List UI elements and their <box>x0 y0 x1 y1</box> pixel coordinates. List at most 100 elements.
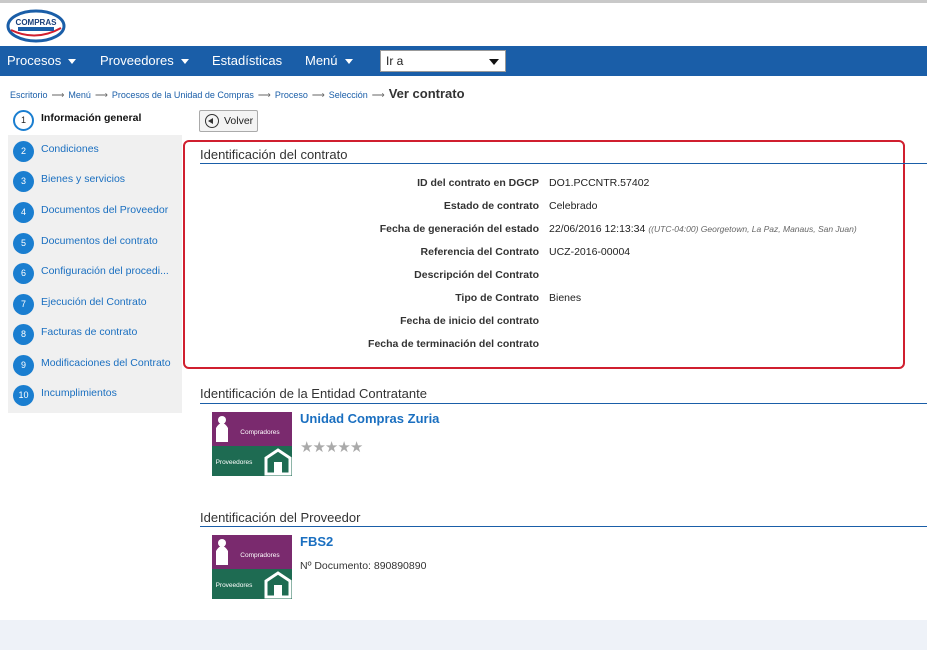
page-title: Ver contrato <box>388 86 465 101</box>
goto-value: Ir a <box>386 54 404 68</box>
breadcrumb: Escritorio ⟶ Menú ⟶ Procesos de la Unidad de… <box>10 86 465 102</box>
step-modificaciones[interactable]: 9 Modificaciones del Contrato <box>8 350 182 380</box>
back-arrow-icon <box>205 114 219 128</box>
step-label: Bienes y servicios <box>41 173 126 185</box>
field-label: Tipo de Contrato <box>455 292 539 304</box>
step-label: Condiciones <box>41 143 99 155</box>
breadcrumb-proceso[interactable]: Proceso <box>275 90 308 100</box>
field-label: Descripción del Contrato <box>414 269 539 281</box>
field-row: ID del contrato en DGCP DO1.PCCNTR.57402 <box>200 174 920 194</box>
step-number: 2 <box>13 141 34 162</box>
step-configuracion[interactable]: 6 Configuración del procedi... <box>8 258 182 288</box>
field-row: Fecha de generación del estado 22/06/2016… <box>200 220 920 240</box>
step-incumplimientos[interactable]: 10 Incumplimientos <box>8 380 182 410</box>
step-number: 10 <box>13 385 34 406</box>
breadcrumb-seleccion[interactable]: Selección <box>329 90 368 100</box>
supplier-section-title: Identificación del Proveedor <box>200 510 361 525</box>
arrow-right-icon: ⟶ <box>257 90 271 100</box>
breadcrumb-escritorio[interactable]: Escritorio <box>10 90 48 100</box>
nav-menu[interactable]: Menú <box>305 46 353 76</box>
star-icon: ★ <box>337 439 350 456</box>
nav-proveedores[interactable]: Proveedores <box>100 46 189 76</box>
field-label: ID del contrato en DGCP <box>417 177 539 189</box>
step-ejecucion[interactable]: 7 Ejecución del Contrato <box>8 289 182 319</box>
supplier-logo: Compradores Proveedores <box>212 535 292 599</box>
field-row: Fecha de inicio del contrato <box>200 312 920 332</box>
dropdown-arrow-icon <box>489 59 499 65</box>
step-sidebar: 1 Información general 2 Condiciones 3 Biene… <box>8 105 182 413</box>
field-value: Celebrado <box>549 200 598 212</box>
step-label: Documentos del Proveedor <box>41 204 169 216</box>
top-bar: COMPRAS <box>0 0 927 46</box>
field-row: Descripción del Contrato <box>200 266 920 286</box>
step-documentos-contrato[interactable]: 5 Documentos del contrato <box>8 228 182 258</box>
arrow-right-icon: ⟶ <box>51 90 65 100</box>
step-label: Configuración del procedi... <box>41 265 169 277</box>
field-label: Fecha de terminación del contrato <box>368 338 539 350</box>
page-footer <box>0 620 927 650</box>
logo-proveedores-text: Proveedores <box>216 582 254 589</box>
section-divider <box>200 526 927 527</box>
step-bienes-servicios[interactable]: 3 Bienes y servicios <box>8 166 182 196</box>
step-facturas[interactable]: 8 Facturas de contrato <box>8 319 182 349</box>
field-row: Referencia del Contrato UCZ-2016-00004 <box>200 243 920 263</box>
section-divider <box>200 403 927 404</box>
entity-section-title: Identificación de la Entidad Contratante <box>200 386 427 401</box>
star-icon: ★ <box>312 439 325 456</box>
entity-name-link[interactable]: Unidad Compras Zuria <box>300 411 439 426</box>
step-label: Ejecución del Contrato <box>41 296 147 308</box>
step-number: 9 <box>13 355 34 376</box>
contract-section-title: Identificación del contrato <box>200 147 348 162</box>
step-number: 4 <box>13 202 34 223</box>
field-label: Fecha de generación del estado <box>379 223 539 235</box>
field-value: 22/06/2016 12:13:34 ((UTC-04:00) Georgeto… <box>549 223 857 235</box>
supplier-name-link[interactable]: FBS2 <box>300 534 333 549</box>
supplier-document: Nº Documento: 890890890 <box>300 560 427 572</box>
field-label: Referencia del Contrato <box>420 246 539 258</box>
status-date: 22/06/2016 12:13:34 <box>549 223 646 235</box>
back-button-label: Volver <box>224 115 254 127</box>
logo-compradores-text: Compradores <box>240 429 280 436</box>
back-button[interactable]: Volver <box>199 110 258 132</box>
field-label: Fecha de inicio del contrato <box>400 315 539 327</box>
section-divider <box>200 163 927 164</box>
breadcrumb-menu[interactable]: Menú <box>68 90 91 100</box>
step-label: Modificaciones del Contrato <box>41 357 171 369</box>
nav-label: Menú <box>305 53 338 68</box>
field-label: Estado de contrato <box>443 200 539 212</box>
step-number: 8 <box>13 324 34 345</box>
nav-estadisticas[interactable]: Estadísticas <box>212 46 282 76</box>
arrow-right-icon: ⟶ <box>311 90 325 100</box>
logo-text: COMPRAS <box>16 18 58 27</box>
field-value: DO1.PCCNTR.57402 <box>549 177 650 189</box>
star-icon: ★ <box>324 439 338 456</box>
field-row: Estado de contrato Celebrado <box>200 197 920 217</box>
step-condiciones[interactable]: 2 Condiciones <box>8 136 182 166</box>
breadcrumb-procesos[interactable]: Procesos de la Unidad de Compras <box>112 90 254 100</box>
step-informacion-general[interactable]: 1 Información general <box>8 105 182 135</box>
logo-compradores-text: Compradores <box>240 552 280 559</box>
step-label: Información general <box>41 112 142 124</box>
step-label: Incumplimientos <box>41 387 117 399</box>
caret-down-icon <box>344 59 353 65</box>
nav-label: Procesos <box>7 53 62 68</box>
nav-label: Estadísticas <box>212 53 283 68</box>
step-number: 3 <box>13 171 34 192</box>
caret-down-icon <box>68 59 77 65</box>
step-label: Documentos del contrato <box>41 235 158 247</box>
step-number: 6 <box>13 263 34 284</box>
field-value: UCZ-2016-00004 <box>549 246 631 258</box>
step-number: 7 <box>13 294 34 315</box>
nav-label: Proveedores <box>100 53 174 68</box>
compras-logo[interactable]: COMPRAS <box>6 8 66 44</box>
goto-select[interactable]: Ir a <box>380 50 506 72</box>
step-number: 1 <box>13 110 34 131</box>
step-label: Facturas de contrato <box>41 326 138 338</box>
field-value: Bienes <box>549 292 582 304</box>
step-documentos-proveedor[interactable]: 4 Documentos del Proveedor <box>8 197 182 227</box>
arrow-right-icon: ⟶ <box>94 90 108 100</box>
step-number: 5 <box>13 233 34 254</box>
entity-logo: Compradores Proveedores <box>212 412 292 476</box>
star-icon: ★ <box>300 439 313 456</box>
nav-procesos[interactable]: Procesos <box>7 46 77 76</box>
